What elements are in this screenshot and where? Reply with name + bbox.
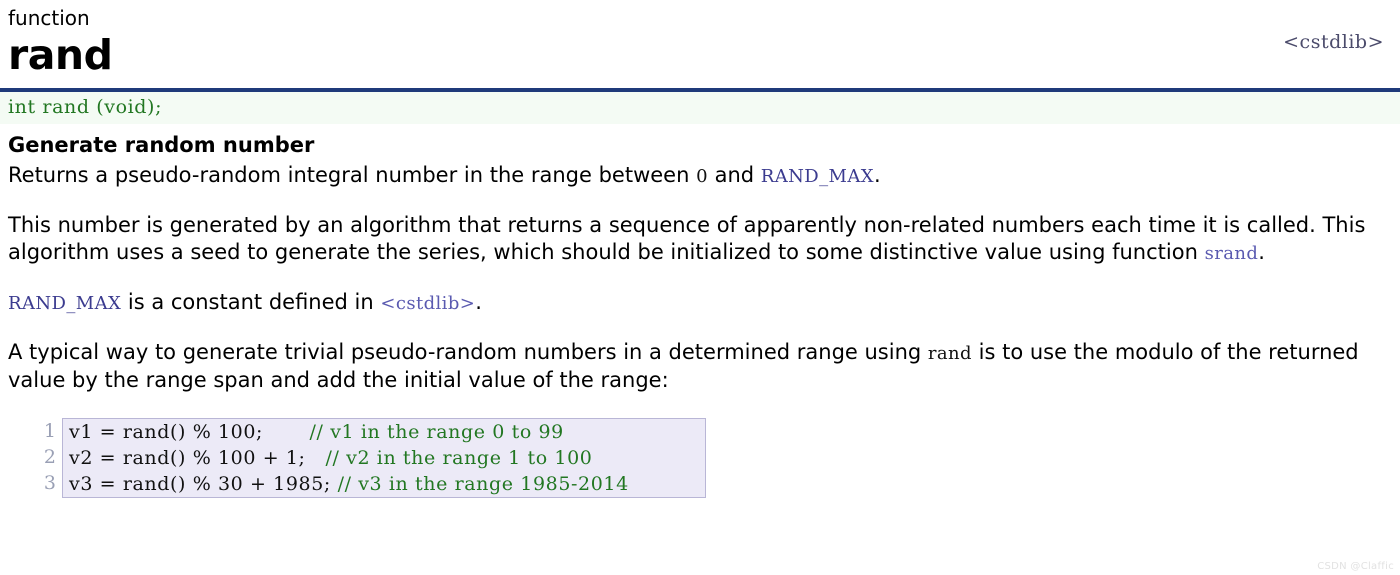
paragraph-text: A typical way to generate trivial pseudo… [8,340,928,364]
paragraph-text: This number is generated by an algorithm… [8,213,1366,264]
code-comment: // v1 in the range 0 to 99 [309,421,564,443]
page-header: function rand <cstdlib> [0,0,1400,88]
page-title: rand [8,31,113,79]
code-comment: // v3 in the range 1985-2014 [337,473,629,495]
signature-bar: int rand (void); [0,88,1400,124]
header-include-link[interactable]: <cstdlib> [1283,31,1384,53]
code-statement: v1 = rand() % 100; [69,421,310,443]
inline-code: rand [927,343,972,364]
description-paragraph: This number is generated by an algorithm… [8,212,1388,267]
function-signature: int rand (void); [8,96,163,118]
line-number: 2 [43,446,56,468]
paragraph-text: Returns a pseudo-random integral number … [8,163,697,187]
code-line-numbers: 1 2 3 [34,418,62,498]
inline-code-link[interactable]: <cstdlib> [380,293,475,314]
code-line: v3 = rand() % 30 + 1985; // v3 in the ra… [69,471,699,497]
inline-code-link[interactable]: RAND_MAX [8,293,121,314]
code-statement: v2 = rand() % 100 + 1; [69,447,326,469]
description-paragraph: A typical way to generate trivial pseudo… [8,339,1388,394]
inline-code-link[interactable]: srand [1205,243,1259,264]
description-title: Generate random number [8,133,315,157]
paragraph-text: . [475,290,482,314]
description-paragraph: RAND_MAX is a constant defined in <cstdl… [8,289,1388,317]
description-section: Generate random number Returns a pseudo-… [0,124,1400,498]
code-lines[interactable]: v1 = rand() % 100; // v1 in the range 0 … [62,418,706,498]
code-line: v1 = rand() % 100; // v1 in the range 0 … [69,419,699,445]
paragraph-text: and [707,163,761,187]
code-statement: v3 = rand() % 30 + 1985; [69,473,338,495]
code-comment: // v2 in the range 1 to 100 [325,447,593,469]
watermark: CSDN @Claffic [1317,561,1394,572]
paragraph-text: is a constant defined in [121,290,381,314]
code-line: v2 = rand() % 100 + 1; // v2 in the rang… [69,445,699,471]
paragraph-text: . [1258,240,1265,264]
inline-code-link[interactable]: RAND_MAX [761,166,874,187]
paragraph-text: . [873,163,881,187]
description-paragraph: Returns a pseudo-random integral number … [8,162,1388,190]
line-number: 1 [43,420,56,442]
inline-code: 0 [696,166,708,187]
example-code-block: 1 2 3 v1 = rand() % 100; // v1 in the ra… [34,418,706,498]
line-number: 3 [43,472,56,494]
entity-kind-label: function [8,6,90,30]
